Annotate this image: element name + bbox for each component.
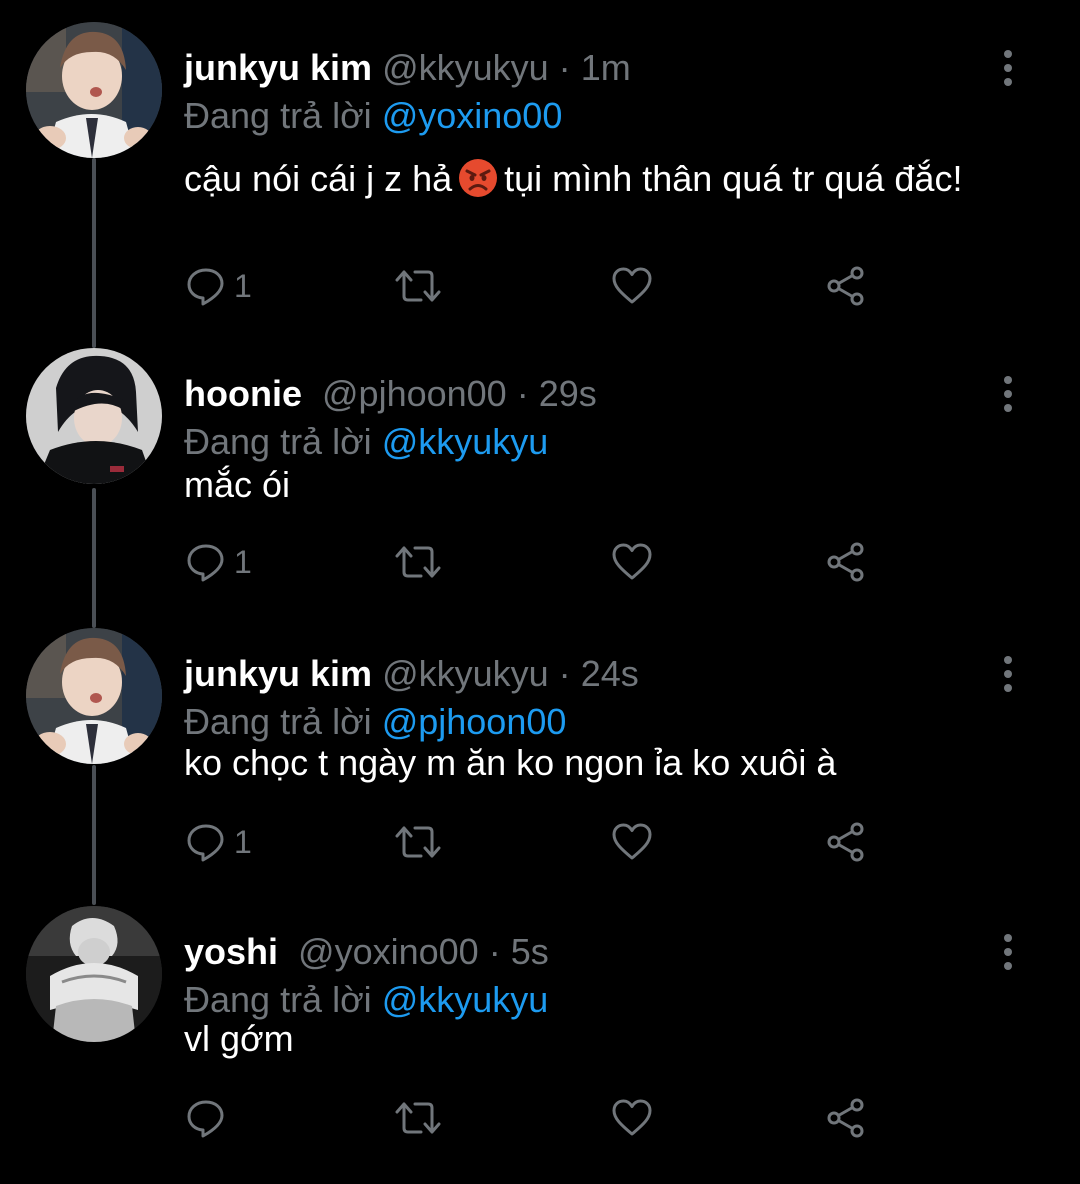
replying-to: Đang trả lời @kkyukyu: [184, 978, 548, 1022]
retweet-button[interactable]: [394, 538, 442, 586]
avatar-photo: [26, 348, 162, 484]
tweet-header: hoonie @pjhoon00 · 29s: [184, 372, 597, 416]
tweet-text: mắc ói: [184, 464, 291, 505]
share-button[interactable]: [824, 262, 868, 310]
tweet-actions: 1: [184, 818, 884, 866]
more-options-button[interactable]: [990, 654, 1026, 694]
timestamp[interactable]: 5s: [511, 931, 549, 972]
tweet-text: vl gớm: [184, 1018, 294, 1059]
timestamp[interactable]: 24s: [581, 653, 639, 694]
avatar[interactable]: [26, 628, 162, 764]
more-options-button[interactable]: [990, 932, 1026, 972]
avatar[interactable]: [26, 348, 162, 484]
retweet-icon: [395, 826, 441, 858]
replying-to-label: Đang trả lời: [184, 979, 372, 1020]
display-name[interactable]: junkyu kim: [184, 47, 372, 88]
reply-count: 1: [234, 267, 252, 304]
separator-dot: ·: [558, 653, 571, 694]
reply-button[interactable]: 1: [184, 538, 252, 586]
reply-icon: [187, 824, 224, 862]
reply-count: 1: [234, 543, 252, 580]
tweet-text: cậu nói cái j z hả tụi mình thân quá tr …: [184, 158, 1014, 200]
replying-to-handle[interactable]: @kkyukyu: [382, 421, 549, 462]
more-vertical-icon: [1004, 934, 1012, 970]
timestamp[interactable]: 29s: [539, 373, 597, 414]
user-handle[interactable]: @yoxino00: [298, 931, 479, 972]
like-button[interactable]: [610, 538, 654, 586]
more-options-button[interactable]: [990, 48, 1026, 88]
avatar-photo: [26, 906, 162, 1042]
timestamp[interactable]: 1m: [581, 47, 631, 88]
avatar-photo: [26, 628, 162, 764]
replying-to-handle[interactable]: @pjhoon00: [382, 701, 567, 742]
user-handle[interactable]: @kkyukyu: [382, 653, 549, 694]
replying-to-label: Đang trả lời: [184, 421, 372, 462]
reply-count: 1: [234, 823, 252, 860]
share-icon: [827, 542, 864, 582]
angry-face-emoji-icon: [459, 159, 498, 197]
like-icon: [612, 1099, 652, 1136]
like-icon: [612, 267, 652, 304]
share-icon: [827, 1098, 864, 1138]
tweet-header: yoshi @yoxino00 · 5s: [184, 930, 549, 974]
reply-icon: [187, 544, 224, 582]
more-vertical-icon: [1004, 656, 1012, 692]
tweet-actions: 1: [184, 538, 884, 586]
tweet[interactable]: junkyu kim @kkyukyu · 24s Đang trả lời @p…: [0, 628, 1080, 906]
user-handle[interactable]: @pjhoon00: [322, 373, 507, 414]
separator-dot: ·: [516, 373, 529, 414]
user-handle[interactable]: @kkyukyu: [382, 47, 549, 88]
display-name[interactable]: junkyu kim: [184, 653, 372, 694]
avatar[interactable]: [26, 906, 162, 1042]
display-name[interactable]: hoonie: [184, 373, 302, 414]
retweet-icon: [395, 270, 441, 302]
tweet[interactable]: junkyu kim @kkyukyu · 1m Đang trả lời @yo…: [0, 22, 1080, 306]
retweet-icon: [395, 1102, 441, 1134]
replying-to: Đang trả lời @pjhoon00: [184, 700, 566, 744]
tweet-actions: 1: [184, 262, 884, 310]
replying-to-handle[interactable]: @kkyukyu: [382, 979, 549, 1020]
tweet-header: junkyu kim @kkyukyu · 1m: [184, 46, 631, 90]
replying-to-label: Đang trả lời: [184, 95, 372, 136]
like-button[interactable]: [610, 262, 654, 310]
more-options-button[interactable]: [990, 374, 1026, 414]
reply-button[interactable]: 1: [184, 818, 252, 866]
share-button[interactable]: [824, 818, 868, 866]
tweet-text-part: tụi mình thân quá tr quá đắc!: [504, 158, 963, 199]
retweet-icon: [395, 546, 441, 578]
separator-dot: ·: [558, 47, 571, 88]
tweet-text-part: cậu nói cái j z hả: [184, 158, 453, 199]
tweet[interactable]: hoonie @pjhoon00 · 29s Đang trả lời @kky…: [0, 348, 1080, 626]
reply-icon: [187, 1100, 224, 1138]
replying-to: Đang trả lời @yoxino00: [184, 94, 562, 138]
retweet-button[interactable]: [394, 1094, 442, 1142]
more-vertical-icon: [1004, 376, 1012, 412]
retweet-button[interactable]: [394, 262, 442, 310]
share-button[interactable]: [824, 538, 868, 586]
more-vertical-icon: [1004, 50, 1012, 86]
tweet[interactable]: yoshi @yoxino00 · 5s Đang trả lời @kkyuk…: [0, 906, 1080, 1184]
reply-icon: [187, 268, 224, 306]
like-icon: [612, 543, 652, 580]
avatar-photo: [26, 22, 162, 158]
avatar[interactable]: [26, 22, 162, 158]
like-button[interactable]: [610, 1094, 654, 1142]
tweet-header: junkyu kim @kkyukyu · 24s: [184, 652, 639, 696]
tweet-text: ko chọc t ngày m ăn ko ngon ỉa ko xuôi à: [184, 742, 837, 783]
replying-to-label: Đang trả lời: [184, 701, 372, 742]
like-button[interactable]: [610, 818, 654, 866]
share-icon: [827, 822, 864, 862]
replying-to: Đang trả lời @kkyukyu: [184, 420, 548, 464]
separator-dot: ·: [488, 931, 501, 972]
display-name[interactable]: yoshi: [184, 931, 278, 972]
share-icon: [827, 266, 864, 306]
retweet-button[interactable]: [394, 818, 442, 866]
reply-button[interactable]: 1: [184, 262, 252, 310]
like-icon: [612, 823, 652, 860]
replying-to-handle[interactable]: @yoxino00: [382, 95, 563, 136]
share-button[interactable]: [824, 1094, 868, 1142]
tweet-actions: [184, 1094, 884, 1142]
reply-button[interactable]: [184, 1094, 234, 1142]
